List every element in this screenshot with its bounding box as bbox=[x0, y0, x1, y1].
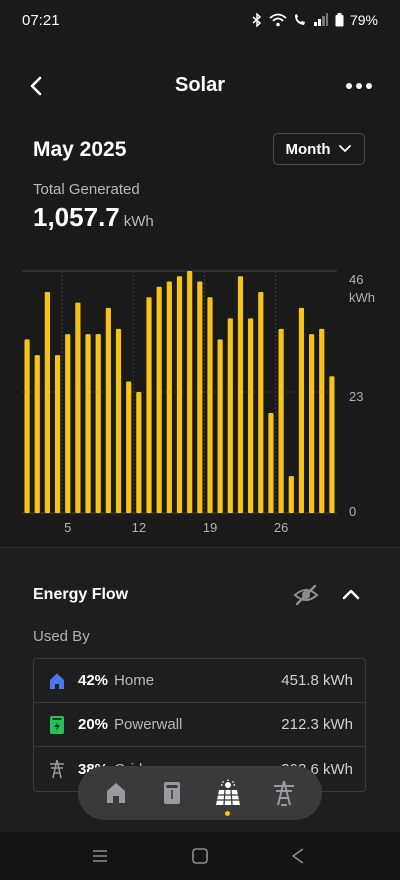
wifi-icon bbox=[269, 13, 287, 27]
home-percent: 42% bbox=[78, 672, 109, 689]
recents-button[interactable] bbox=[90, 846, 110, 866]
more-dot-icon bbox=[366, 83, 372, 89]
y-tick-label: 23 bbox=[349, 389, 363, 404]
chart-canvas: 5 12 19 26 46 23 0 kWh bbox=[22, 270, 375, 535]
powerwall-value: 212.3 kWh bbox=[281, 716, 353, 733]
top-bar: Solar bbox=[0, 62, 400, 110]
status-icons: 79% bbox=[251, 12, 378, 28]
total-generated-label: Total Generated bbox=[33, 181, 140, 198]
bar-day-15 bbox=[166, 281, 172, 513]
bar-day-21 bbox=[227, 318, 233, 513]
collapse-button[interactable] bbox=[338, 582, 364, 608]
bar-day-18 bbox=[197, 281, 203, 513]
home-system-button[interactable] bbox=[190, 846, 210, 866]
solar-bar-chart[interactable]: 5 12 19 26 46 23 0 kWh bbox=[0, 260, 400, 550]
x-tick-label: 12 bbox=[132, 520, 146, 535]
bar-day-26 bbox=[278, 328, 284, 513]
chevron-down-icon bbox=[339, 145, 352, 153]
battery-percent: 79% bbox=[349, 12, 378, 28]
system-back-button[interactable] bbox=[288, 846, 308, 866]
bar-day-23 bbox=[248, 318, 254, 513]
system-nav-bar bbox=[0, 832, 400, 880]
powerwall-percent: 20% bbox=[78, 716, 109, 733]
bottom-tab-bar bbox=[78, 766, 322, 820]
bluetooth-icon bbox=[252, 13, 262, 27]
recents-icon bbox=[93, 850, 107, 862]
more-dot-icon bbox=[346, 83, 352, 89]
bar-day-25 bbox=[268, 413, 274, 513]
bar-day-17 bbox=[187, 271, 193, 513]
x-tick-label: 19 bbox=[203, 520, 217, 535]
y-unit-label: kWh bbox=[349, 290, 375, 305]
car-tab-icon bbox=[164, 782, 180, 804]
powerwall-label: Powerwall bbox=[114, 716, 183, 733]
bar-day-11 bbox=[126, 381, 132, 513]
more-dot-icon bbox=[356, 83, 362, 89]
grid-tower-tab-icon bbox=[274, 780, 294, 806]
bar-day-2 bbox=[34, 355, 40, 513]
home-square-icon bbox=[192, 848, 208, 864]
home-icon bbox=[46, 670, 68, 692]
y-tick-label: 0 bbox=[349, 504, 356, 519]
used-by-label: Used By bbox=[33, 628, 90, 645]
total-value-unit: kWh bbox=[123, 213, 154, 230]
bar-day-20 bbox=[217, 339, 223, 513]
period-label: May 2025 bbox=[33, 138, 127, 161]
battery-icon bbox=[335, 13, 344, 27]
bar-day-24 bbox=[258, 292, 264, 513]
bar-day-31 bbox=[329, 376, 335, 513]
signal-icon bbox=[313, 13, 328, 26]
x-tick-label: 5 bbox=[64, 520, 71, 535]
powerwall-icon bbox=[46, 714, 68, 736]
bar-day-7 bbox=[85, 334, 91, 513]
bar-day-4 bbox=[54, 355, 61, 513]
bar-day-14 bbox=[156, 286, 162, 513]
bar-day-3 bbox=[44, 292, 51, 513]
bar-day-27 bbox=[288, 476, 294, 513]
bar-day-22 bbox=[237, 276, 244, 513]
wifi-call-icon bbox=[294, 14, 305, 25]
bar-day-10 bbox=[115, 328, 122, 513]
x-tick-label: 26 bbox=[274, 520, 288, 535]
bar-day-6 bbox=[75, 302, 81, 513]
bar-day-5 bbox=[65, 334, 71, 513]
bar-day-9 bbox=[105, 307, 111, 513]
active-tab-indicator bbox=[225, 811, 230, 816]
tab-home[interactable] bbox=[102, 779, 130, 807]
energy-flow-title: Energy Flow bbox=[33, 586, 129, 603]
hide-visibility-button[interactable] bbox=[293, 582, 319, 608]
status-bar: 07:21 79% bbox=[0, 0, 400, 44]
bar-day-12 bbox=[136, 392, 142, 513]
chevron-up-icon bbox=[342, 589, 360, 600]
bar-day-1 bbox=[24, 339, 30, 513]
list-item-powerwall[interactable]: 20% Powerwall 212.3 kWh bbox=[34, 703, 365, 747]
y-tick-label: 46 bbox=[349, 272, 363, 287]
range-select-button[interactable]: Month bbox=[273, 133, 365, 165]
list-item-home[interactable]: 42% Home 451.8 kWh bbox=[34, 659, 365, 703]
total-generated-value: 1,057.7 kWh bbox=[33, 202, 154, 233]
page-title: Solar bbox=[174, 74, 226, 96]
home-value: 451.8 kWh bbox=[281, 672, 353, 689]
tab-grid[interactable] bbox=[270, 779, 298, 807]
bar-day-16 bbox=[176, 276, 183, 513]
solar-panel-tab-icon bbox=[216, 779, 240, 806]
bar-day-28 bbox=[298, 307, 305, 513]
total-value-number: 1,057.7 bbox=[33, 202, 120, 232]
more-options-button[interactable] bbox=[344, 74, 374, 98]
home-label: Home bbox=[114, 672, 155, 689]
bar-day-13 bbox=[146, 297, 152, 513]
bar-day-29 bbox=[308, 334, 315, 513]
home-tab-icon bbox=[107, 783, 125, 803]
status-time: 07:21 bbox=[22, 12, 60, 29]
bar-day-8 bbox=[95, 334, 101, 513]
range-select-label: Month bbox=[285, 140, 331, 158]
back-triangle-icon bbox=[292, 848, 304, 864]
bar-day-30 bbox=[319, 328, 325, 513]
tab-vehicle[interactable] bbox=[158, 779, 186, 807]
eye-off-icon bbox=[293, 584, 319, 606]
grid-tower-icon bbox=[46, 758, 68, 780]
bar-day-19 bbox=[207, 297, 213, 513]
tab-solar[interactable] bbox=[214, 779, 242, 807]
